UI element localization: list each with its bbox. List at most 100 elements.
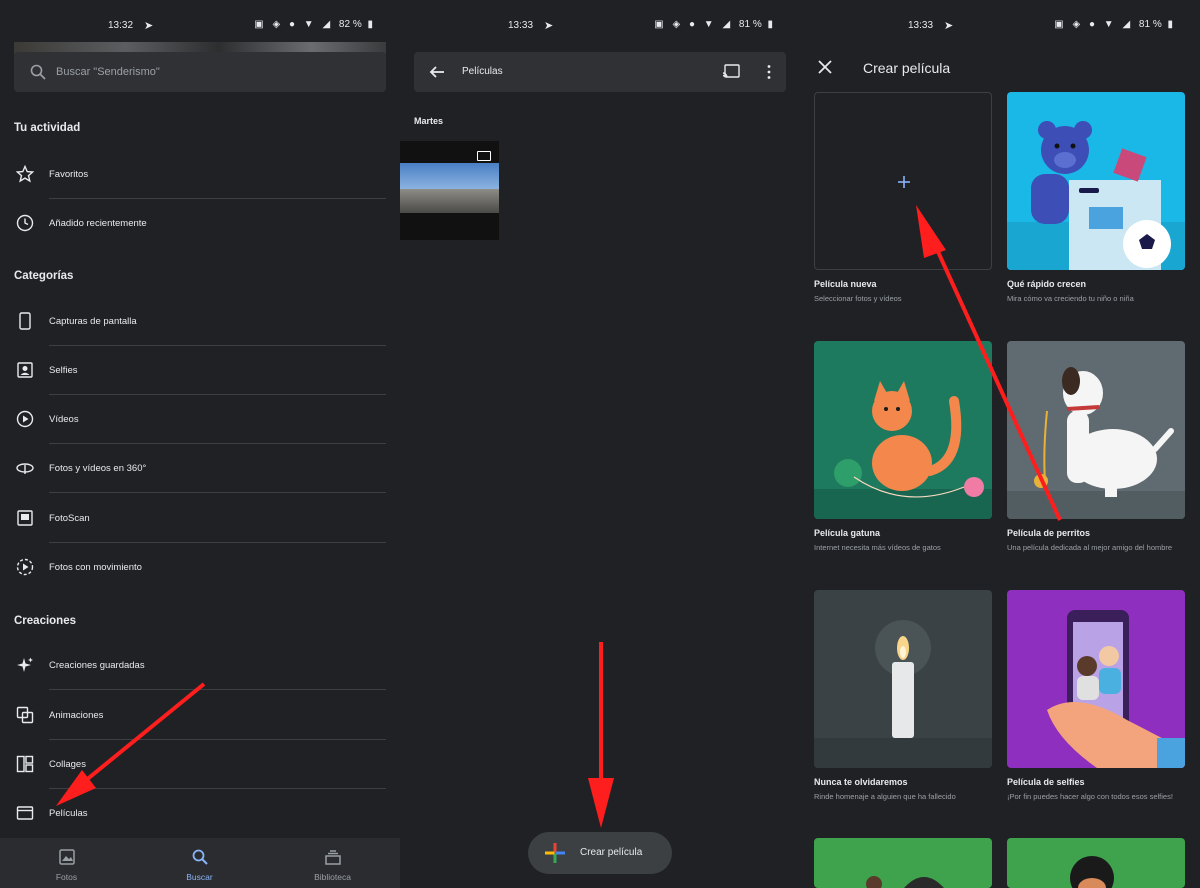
status-bar: 13:32 ➤ ▣ ◈ ● ▼ ◢ 82 % ▮ — [0, 0, 400, 42]
section-categories: Categorías — [14, 270, 74, 282]
more-vert-icon[interactable] — [766, 64, 772, 80]
battery-level: 81 % — [738, 19, 762, 30]
status-icons: ▣ ◈ ● ▼ ◢ 81 % ▮ — [654, 19, 776, 30]
list-item-label: Añadido recientemente — [49, 218, 147, 229]
list-item-motion-photos[interactable]: Fotos con movimiento — [0, 544, 400, 592]
status-icons: ▣ ◈ ● ▼ ◢ 82 % ▮ — [254, 19, 376, 30]
divider — [49, 492, 386, 493]
selfie-movie-card[interactable] — [1007, 590, 1185, 768]
list-item-360[interactable]: Fotos y vídeos en 360° — [0, 445, 400, 493]
divider — [49, 739, 386, 740]
back-arrow-icon[interactable] — [428, 63, 446, 81]
phone-icon — [19, 312, 31, 330]
app-bar: Películas — [414, 52, 786, 92]
section-activity: Tu actividad — [14, 122, 81, 134]
movie-icon — [16, 806, 34, 820]
memorial-card[interactable] — [814, 590, 992, 768]
selfie-illustration — [1047, 610, 1185, 768]
status-time: 13:32 — [108, 20, 134, 31]
card-subtitle: Internet necesita más vídeos de gatos — [814, 543, 941, 552]
list-item-label: Animaciones — [49, 710, 104, 721]
battery-level: 81 % — [1138, 19, 1162, 30]
list-item-label: FotoScan — [49, 513, 90, 524]
cast-icon[interactable] — [722, 64, 740, 80]
list-item-fotoscan[interactable]: FotoScan — [0, 495, 400, 543]
add-icon — [898, 176, 910, 188]
fotoscan-icon — [17, 510, 33, 526]
list-item-animations[interactable]: Animaciones — [0, 692, 400, 740]
list-item-favoritos[interactable]: Favoritos — [0, 151, 400, 199]
list-item-saved-creations[interactable]: Creaciones guardadas — [0, 642, 400, 690]
card-subtitle: Seleccionar fotos y vídeos — [814, 294, 902, 303]
section-creations: Creaciones — [14, 615, 77, 627]
divider — [49, 788, 386, 789]
list-item-label: Vídeos — [49, 414, 79, 425]
list-item-selfies[interactable]: Selfies — [0, 347, 400, 395]
list-item-recent[interactable]: Añadido recientemente — [0, 200, 400, 248]
status-icons: ▣ ◈ ● ▼ ◢ 81 % ▮ — [1054, 19, 1176, 30]
dog-movie-card[interactable] — [1007, 341, 1185, 519]
status-bar: 13:33 ➤ ▣ ◈ ● ▼ ◢ 81 % ▮ — [800, 0, 1200, 42]
movies-panel: 13:33 ➤ ▣ ◈ ● ▼ ◢ 81 % ▮ Películas Marte… — [400, 0, 800, 888]
search-panel: 13:32 ➤ ▣ ◈ ● ▼ ◢ 82 % ▮ Buscar "Senderi… — [0, 0, 400, 888]
close-icon[interactable] — [816, 58, 834, 76]
divider — [49, 345, 386, 346]
sparkle-icon — [17, 657, 33, 672]
list-item-label: Favoritos — [49, 169, 89, 180]
status-time: 13:33 — [508, 20, 534, 31]
search-placeholder: Buscar "Senderismo" — [56, 66, 160, 78]
list-item-label: Películas — [49, 808, 88, 819]
star-icon — [16, 165, 34, 183]
grow-up-card[interactable] — [1007, 92, 1185, 270]
panorama-360-icon — [16, 463, 34, 474]
movie-thumbnail[interactable] — [400, 141, 499, 240]
more-card-right[interactable] — [1007, 838, 1185, 888]
google-plus-icon — [545, 843, 565, 863]
thumbnail-ground — [400, 189, 499, 213]
card-subtitle: Rinde homenaje a alguien que ha fallecid… — [814, 792, 956, 801]
list-item-screenshots[interactable]: Capturas de pantalla — [0, 298, 400, 346]
list-item-movies[interactable]: Películas — [0, 790, 400, 838]
card-subtitle: Mira cómo va creciendo tu niño o niña — [1007, 294, 1134, 303]
portrait-icon — [17, 362, 33, 378]
new-movie-card[interactable] — [814, 92, 992, 270]
partial-illustration — [866, 876, 944, 888]
create-movie-label: Crear película — [580, 847, 643, 858]
list-item-collages[interactable]: Collages — [0, 741, 400, 789]
cat-movie-card[interactable] — [814, 341, 992, 519]
status-bar: 13:33 ➤ ▣ ◈ ● ▼ ◢ 81 % ▮ — [400, 0, 800, 42]
card-title: Nunca te olvidaremos — [814, 777, 908, 787]
more-card-left[interactable] — [814, 838, 992, 888]
animation-icon — [16, 706, 34, 724]
create-movie-button[interactable]: Crear película — [528, 832, 672, 874]
card-title: Qué rápido crecen — [1007, 279, 1087, 289]
card-subtitle: ¡Por fin puedes hacer algo con todos eso… — [1007, 792, 1173, 801]
thumbnail-sky — [400, 163, 499, 189]
divider — [49, 198, 386, 199]
collage-icon — [16, 755, 34, 773]
nav-label: Fotos — [55, 872, 78, 882]
teddy-bear-illustration — [1007, 121, 1185, 270]
card-title: Película gatuna — [814, 528, 881, 538]
bottom-navigation: Fotos Buscar Biblioteca — [0, 838, 400, 888]
search-icon — [30, 64, 46, 80]
nav-photos[interactable]: Fotos — [0, 838, 133, 888]
divider — [49, 689, 386, 690]
cat-illustration — [814, 381, 992, 519]
card-title: Película de perritos — [1007, 528, 1091, 538]
photo-icon — [59, 849, 75, 865]
candle-illustration — [814, 620, 992, 768]
nav-library[interactable]: Biblioteca — [266, 838, 399, 888]
telegram-icon: ➤ — [944, 20, 954, 32]
list-item-videos[interactable]: Vídeos — [0, 396, 400, 444]
list-item-label: Collages — [49, 759, 86, 770]
nav-search[interactable]: Buscar — [133, 838, 266, 888]
divider — [49, 394, 386, 395]
divider — [49, 542, 386, 543]
divider — [49, 443, 386, 444]
card-title: Película nueva — [814, 279, 877, 289]
status-time: 13:33 — [908, 20, 934, 31]
card-subtitle: Una película dedicada al mejor amigo del… — [1007, 543, 1173, 552]
search-input[interactable]: Buscar "Senderismo" — [14, 52, 386, 92]
telegram-icon: ➤ — [144, 20, 154, 32]
